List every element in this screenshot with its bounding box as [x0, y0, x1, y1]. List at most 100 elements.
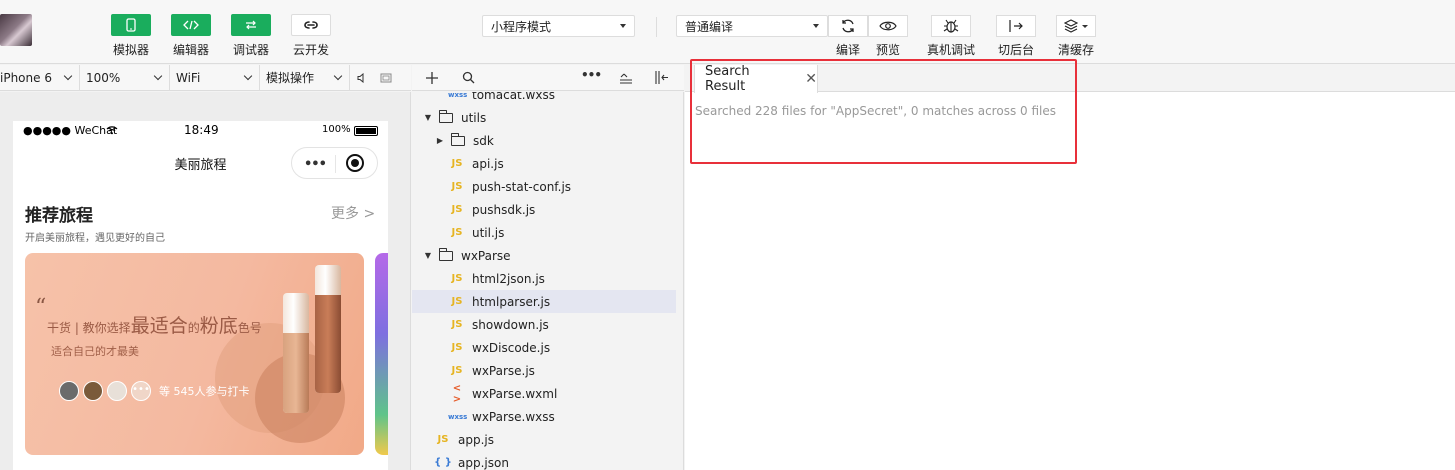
search-icon[interactable] [462, 71, 475, 84]
card-title: 干货 | 教你选择最适合的粉底色号 [47, 311, 262, 338]
folder-open-icon [439, 109, 453, 123]
file-item[interactable]: JS push-stat-conf.js [412, 175, 676, 198]
battery-icon [354, 126, 378, 136]
card-title-emphasis: 粉底 [199, 315, 238, 337]
preview-label: 预览 [875, 43, 900, 57]
file-item[interactable]: JS wxParse.js [412, 359, 676, 382]
participant-count: 等 545人参与打卡 [159, 385, 250, 398]
network-select-value: WiFi [176, 70, 201, 85]
featured-card[interactable]: “ 干货 | 教你选择最适合的粉底色号 适合自己的才最美 ••• 等 545人参… [25, 253, 364, 455]
cloud-dev-button[interactable] [291, 14, 331, 36]
simulate-operation-value: 模拟操作 [266, 71, 315, 85]
expanded-caret-icon[interactable]: ▼ [423, 113, 433, 122]
mode-select-value: 小程序模式 [491, 19, 552, 34]
device-select[interactable]: iPhone 6 [0, 64, 80, 91]
mute-button[interactable] [350, 72, 374, 83]
more-dots-icon[interactable]: ••• [304, 157, 327, 172]
debugger-label: 调试器 [232, 43, 269, 57]
js-file-icon: JS [451, 319, 463, 330]
js-file-icon: JS [451, 227, 463, 238]
file-item[interactable]: JS wxDiscode.js [412, 336, 676, 359]
file-name: api.js [472, 156, 504, 171]
detach-window-button[interactable] [374, 73, 398, 83]
compile-mode-select[interactable]: 普通编译 [676, 15, 828, 37]
card-title-suffix: 色号 [237, 321, 262, 335]
sort-icon[interactable] [619, 72, 633, 84]
file-explorer: wxss tomacat.wxss ▼ utils ▶ sdk JS api.js JS push… [412, 92, 684, 470]
participant-avatar [107, 381, 127, 401]
file-item[interactable]: JS htmlparser.js [412, 290, 676, 313]
remote-debug-label: 真机调试 [926, 43, 975, 57]
js-file-icon: JS [451, 296, 463, 307]
close-miniprogram-icon[interactable] [346, 154, 364, 172]
file-item[interactable]: { } app.json [412, 451, 676, 470]
file-item[interactable]: JS app.js [412, 428, 676, 451]
file-name: tomacat.wxss [472, 92, 555, 102]
editor-toggle-button[interactable] [171, 14, 211, 36]
next-card-peek[interactable] [375, 253, 388, 455]
more-options-icon[interactable]: ••• [581, 68, 602, 82]
collapse-panel-icon[interactable] [655, 71, 669, 84]
folder-item[interactable]: ▼ utils [412, 106, 676, 129]
clear-cache-button[interactable] [1056, 15, 1096, 37]
debugger-toggle-button[interactable] [231, 14, 271, 36]
file-item[interactable]: < > wxParse.wxml [412, 382, 676, 405]
file-name: utils [461, 110, 487, 125]
simulator-toolbar: iPhone 6 100% WiFi 模拟操作 [0, 64, 411, 91]
collapsed-caret-icon[interactable]: ▶ [435, 136, 445, 145]
file-item[interactable]: JS html2json.js [412, 267, 676, 290]
simulator-toggle-button[interactable] [111, 14, 151, 36]
network-select[interactable]: WiFi [170, 64, 260, 91]
file-item[interactable]: JS pushsdk.js [412, 198, 676, 221]
switch-background-button[interactable] [996, 15, 1036, 37]
compile-button[interactable] [828, 15, 868, 37]
more-participants-icon: ••• [131, 381, 151, 401]
mode-select[interactable]: 小程序模式 [482, 15, 635, 37]
simulate-operation-select[interactable]: 模拟操作 [260, 64, 350, 91]
caret-down-icon [813, 24, 819, 28]
user-avatar[interactable] [0, 14, 32, 46]
debug-arrows-icon [246, 20, 256, 30]
file-item[interactable]: wxss tomacat.wxss [412, 92, 676, 106]
section-title: 推荐旅程 [25, 206, 93, 226]
remote-debug-button[interactable] [931, 15, 971, 37]
js-file-icon: JS [451, 342, 463, 353]
folder-item[interactable]: ▼ wxParse [412, 244, 676, 267]
capsule-menu: ••• [291, 147, 378, 179]
clear-cache-label: 清缓存 [1057, 43, 1094, 57]
file-name: pushsdk.js [472, 202, 536, 217]
file-name: html2json.js [472, 271, 545, 286]
participant-avatar [59, 381, 79, 401]
preview-button[interactable] [868, 15, 908, 37]
file-item[interactable]: JS util.js [412, 221, 676, 244]
window-icon [380, 73, 392, 82]
file-name: wxParse [461, 248, 511, 263]
chevron-down-icon [243, 71, 253, 81]
zoom-select[interactable]: 100% [80, 64, 170, 91]
folder-item[interactable]: ▶ sdk [412, 129, 676, 152]
card-title-emphasis: 最适合 [130, 315, 188, 337]
file-name: app.js [458, 432, 494, 447]
compile-select-value: 普通编译 [685, 19, 734, 34]
js-file-icon: JS [451, 158, 463, 169]
caret-down-icon [1082, 24, 1088, 28]
explorer-toolbar: ••• [412, 65, 684, 91]
folder-icon [451, 132, 465, 146]
file-name: sdk [473, 133, 494, 148]
cloud-dev-label: 云开发 [292, 43, 329, 57]
simulator-label: 模拟器 [112, 43, 149, 57]
more-link[interactable]: 更多 > [331, 203, 375, 223]
foundation-tube-image [283, 293, 309, 413]
file-name: wxParse.js [472, 363, 535, 378]
js-file-icon: JS [451, 181, 463, 192]
battery-percent: 100% [322, 124, 351, 135]
wxss-file-icon: wxss [448, 92, 468, 99]
file-item[interactable]: JS api.js [412, 152, 676, 175]
file-item[interactable]: wxss wxParse.wxss [412, 405, 676, 428]
json-file-icon: { } [434, 457, 452, 468]
expanded-caret-icon[interactable]: ▼ [423, 251, 433, 260]
participant-avatar [83, 381, 103, 401]
highlight-box [690, 59, 1077, 164]
add-icon[interactable] [426, 72, 438, 84]
file-item[interactable]: JS showdown.js [412, 313, 676, 336]
